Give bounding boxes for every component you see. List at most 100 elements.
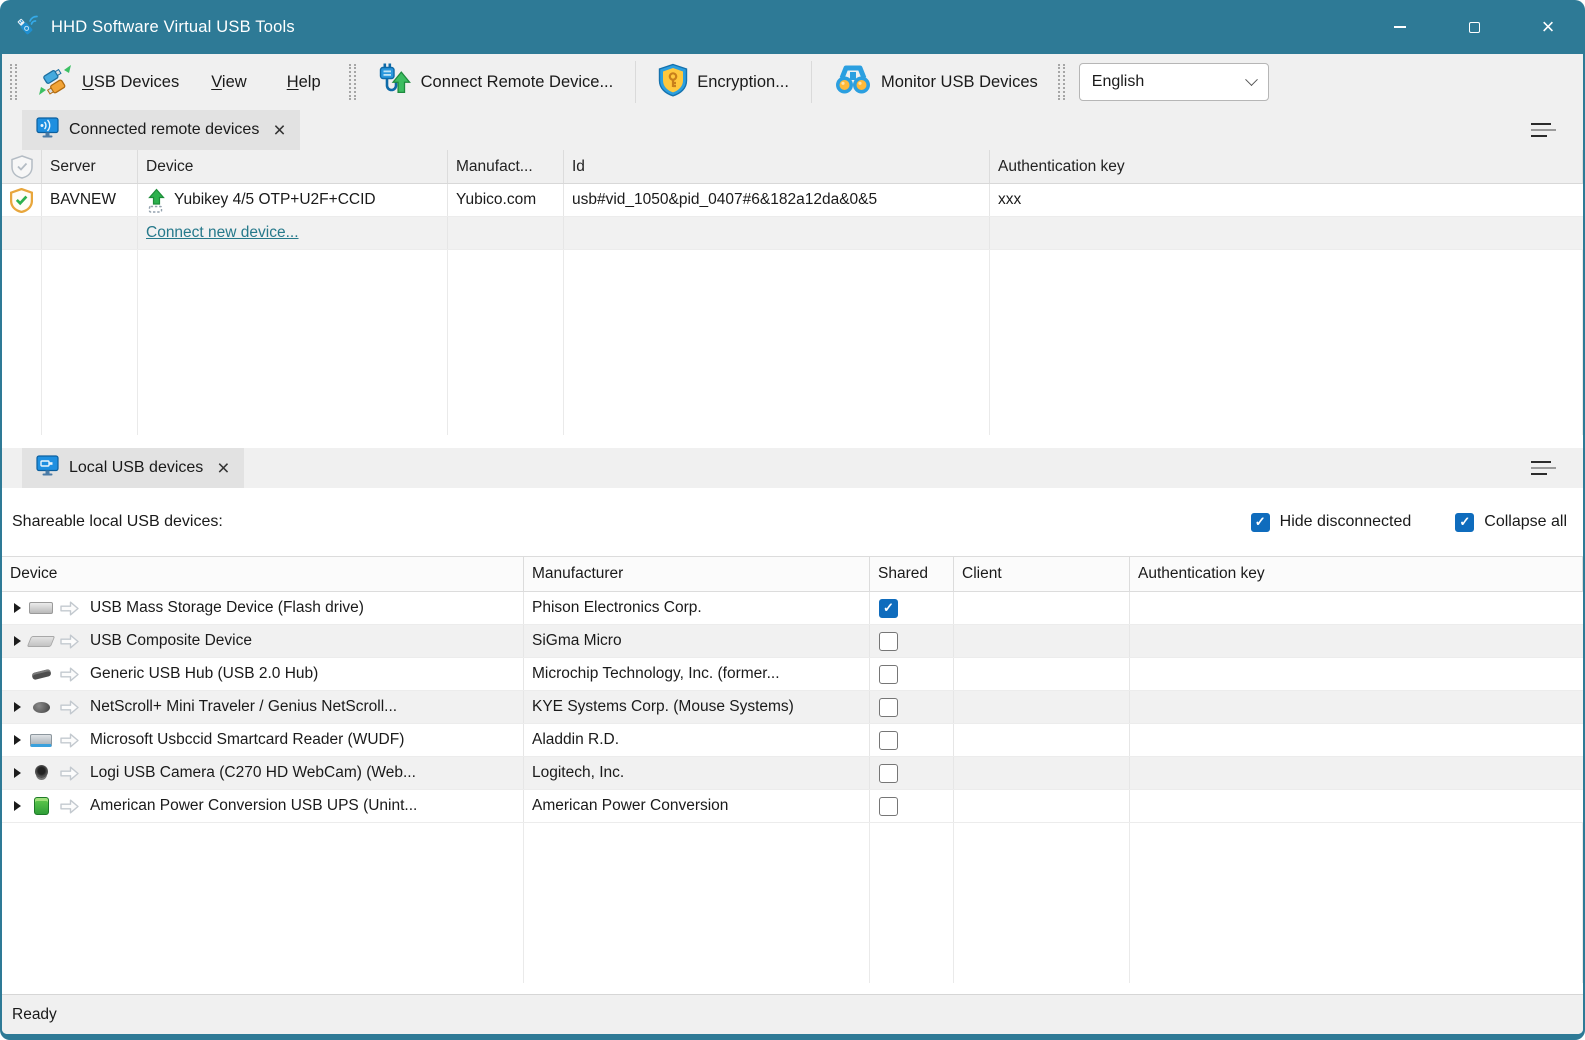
tab-local-usb-devices[interactable]: Local USB devices × [22,448,244,488]
shared-cell [870,724,954,756]
manufacturer-cell: Logitech, Inc. [524,757,870,789]
toolbar-grip[interactable] [1058,64,1065,100]
remote-table-empty-area [2,250,1583,435]
table-row[interactable]: NetScroll+ Mini Traveler / Genius NetScr… [2,691,1583,724]
column-header-auth-key[interactable]: Authentication key [1130,557,1583,591]
titlebar: HHD Software Virtual USB Tools × [0,0,1585,54]
column-header-auth-key[interactable]: Authentication key [990,150,1583,183]
forward-arrow-icon [59,600,80,617]
table-row[interactable]: USB Mass Storage Device (Flash drive) Ph… [2,592,1583,625]
forward-arrow-icon [59,798,80,815]
expander-icon[interactable] [14,603,21,613]
server-cell: BAVNEW [42,184,138,216]
toolbar-grip[interactable] [10,64,17,100]
window-title: HHD Software Virtual USB Tools [51,18,295,37]
id-cell: usb#vid_1050&pid_0407#6&182a12da&0&5 [564,184,990,216]
monitor-usb-devices-button[interactable]: Monitor USB Devices [822,60,1050,104]
auth-key-cell [1130,757,1583,789]
tab-connected-remote-devices[interactable]: Connected remote devices × [22,110,300,150]
panel-menu-icon[interactable] [1531,461,1557,475]
expander-icon[interactable] [14,768,21,778]
table-row[interactable]: USB Composite Device SiGma Micro [2,625,1583,658]
column-header-id[interactable]: Id [564,150,990,183]
client-cell [954,658,1130,690]
maximize-button[interactable] [1437,0,1511,54]
usb-devices-menu[interactable]: USB Devices [25,60,191,104]
view-menu-label: View [211,73,246,92]
expander-icon[interactable] [14,702,21,712]
connect-remote-icon [376,62,412,103]
local-caption-row: Shareable local USB devices: Hide discon… [2,488,1583,556]
table-row[interactable]: American Power Conversion USB UPS (Unint… [2,790,1583,823]
local-tabstrip: Local USB devices × [2,448,1583,488]
manufacturer-cell: Microchip Technology, Inc. (former... [524,658,870,690]
encryption-button[interactable]: Encryption... [646,60,801,104]
manufacturer-cell: American Power Conversion [524,790,870,822]
encryption-icon [658,63,688,102]
device-cell: USB Composite Device [2,625,524,657]
column-header-shared[interactable]: Shared [870,557,954,591]
close-button[interactable]: × [1511,0,1585,54]
manufacturer-cell: KYE Systems Corp. (Mouse Systems) [524,691,870,723]
shared-checkbox[interactable] [879,764,898,783]
expander-icon[interactable] [14,636,21,646]
shared-cell [870,625,954,657]
caption-buttons: × [1363,0,1585,54]
collapse-all-checkbox[interactable] [1455,513,1474,532]
tab-close-icon[interactable]: × [217,458,229,479]
shared-checkbox[interactable] [879,599,898,618]
collapse-all-option[interactable]: Collapse all [1455,513,1567,532]
table-row[interactable]: Generic USB Hub (USB 2.0 Hub) Microchip … [2,658,1583,691]
tab-close-icon[interactable]: × [273,120,285,141]
device-cell: USB Mass Storage Device (Flash drive) [2,592,524,624]
view-menu[interactable]: View [191,60,266,104]
smartcard-reader-icon [29,731,53,749]
encryption-label: Encryption... [697,73,789,92]
column-header-manufacturer[interactable]: Manufact... [448,150,564,183]
hide-disconnected-option[interactable]: Hide disconnected [1251,513,1412,532]
client-cell [954,790,1130,822]
shared-checkbox[interactable] [879,632,898,651]
column-header-device[interactable]: Device [138,150,448,183]
connect-remote-device-label: Connect Remote Device... [421,73,614,92]
device-name: USB Mass Storage Device (Flash drive) [90,599,364,617]
remote-table-row[interactable]: BAVNEW Yubikey 4/5 OTP+U2F+CCID Yubico.c… [2,184,1583,217]
manufacturer-cell: SiGma Micro [524,625,870,657]
forward-arrow-icon [59,732,80,749]
device-name: American Power Conversion USB UPS (Unint… [90,797,417,815]
collapse-all-label: Collapse all [1484,513,1567,531]
toolbar-grip[interactable] [349,64,356,100]
table-row[interactable]: Logi USB Camera (C270 HD WebCam) (Web...… [2,757,1583,790]
auth-key-cell [1130,691,1583,723]
expander-icon[interactable] [14,801,21,811]
help-menu[interactable]: Help [267,60,341,104]
connect-new-device-link[interactable]: Connect new device... [146,224,299,242]
minimize-button[interactable] [1363,0,1437,54]
connect-remote-device-button[interactable]: Connect Remote Device... [364,60,626,104]
column-header-server[interactable]: Server [42,150,138,183]
table-row[interactable]: Microsoft Usbccid Smartcard Reader (WUDF… [2,724,1583,757]
hide-disconnected-checkbox[interactable] [1251,513,1270,532]
shared-checkbox[interactable] [879,797,898,816]
webcam-icon [29,764,53,782]
shared-checkbox[interactable] [879,665,898,684]
device-name: Yubikey 4/5 OTP+U2F+CCID [174,191,376,209]
panel-menu-icon[interactable] [1531,123,1557,137]
close-icon: × [1542,16,1555,38]
column-header-client[interactable]: Client [954,557,1130,591]
shared-cell [870,691,954,723]
column-header-device[interactable]: Device [2,557,524,591]
shared-cell [870,658,954,690]
device-cell: NetScroll+ Mini Traveler / Genius NetScr… [2,691,524,723]
client-cell [954,724,1130,756]
language-select[interactable]: English [1079,63,1269,101]
manufacturer-cell: Phison Electronics Corp. [524,592,870,624]
mouse-icon [29,698,53,716]
shared-checkbox[interactable] [879,731,898,750]
expander-icon[interactable] [14,735,21,745]
shared-checkbox[interactable] [879,698,898,717]
share-device-icon [146,188,167,213]
shared-cell [870,790,954,822]
column-header-manufacturer[interactable]: Manufacturer [524,557,870,591]
remote-devices-panel: Server Device Manufact... Id Authenticat… [2,150,1583,448]
